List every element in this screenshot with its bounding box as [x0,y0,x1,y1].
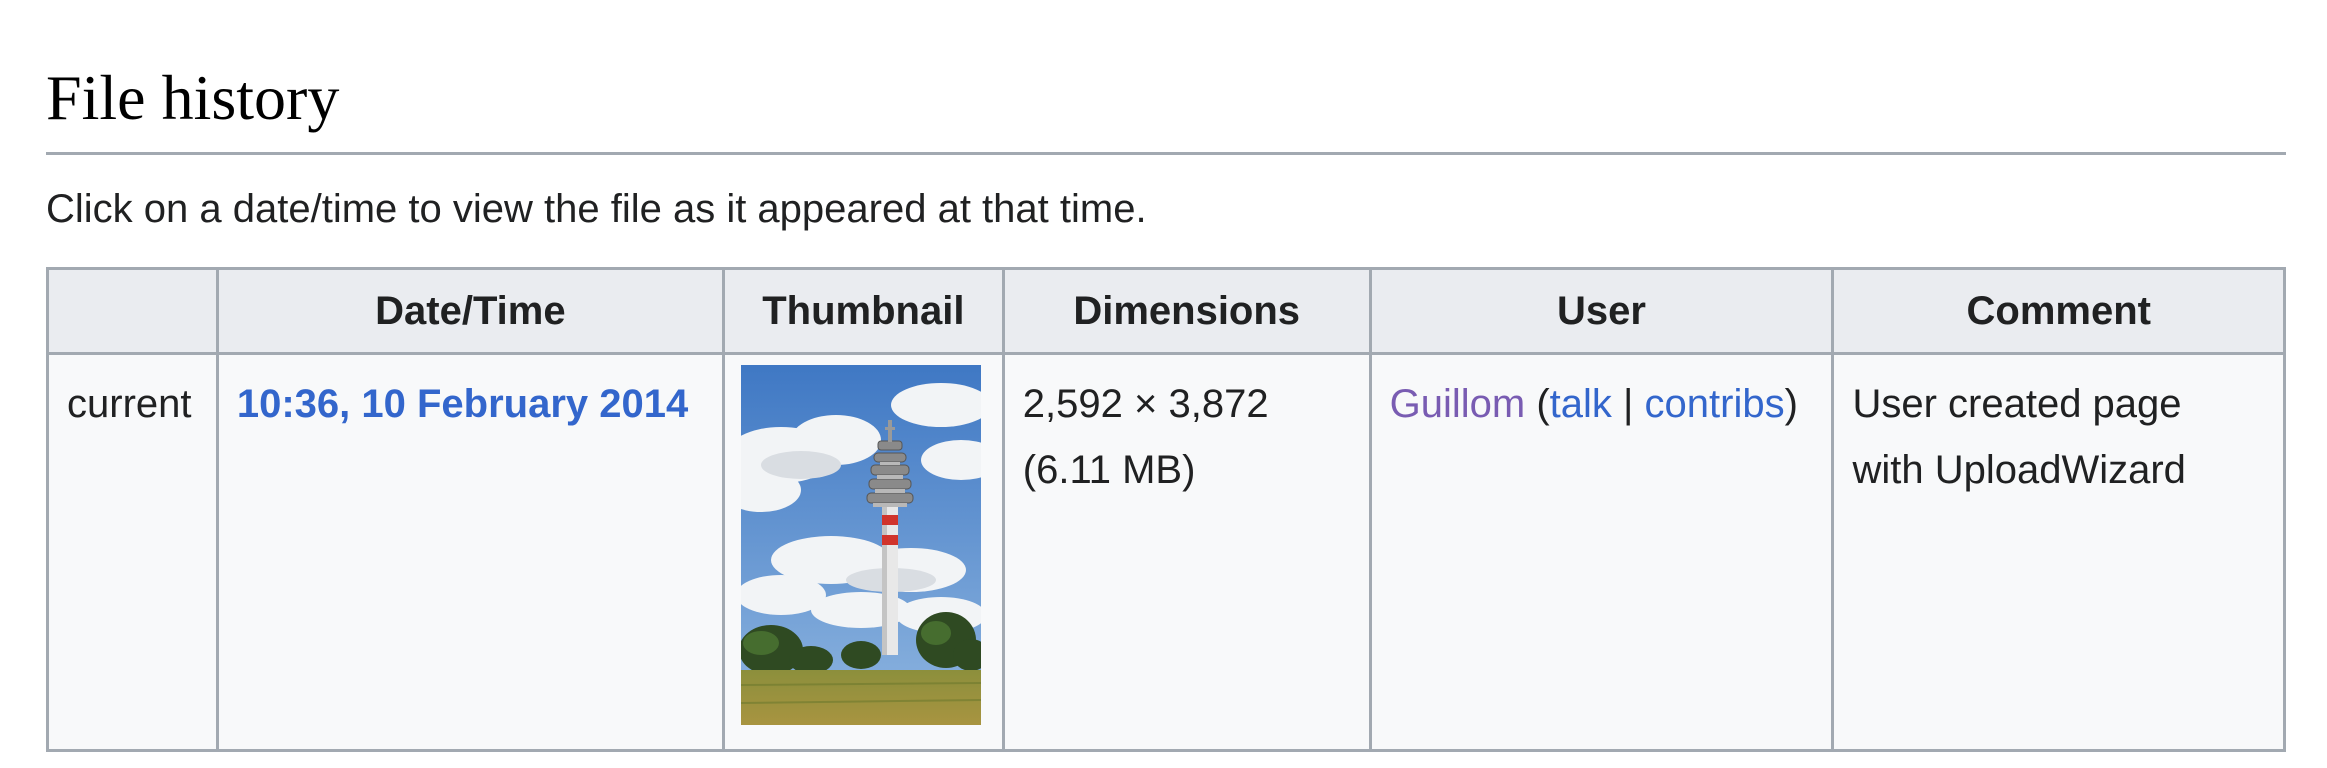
section-intro: Click on a date/time to view the file as… [46,187,1147,231]
file-history-section: File history Click on a date/time to vie… [46,0,2286,752]
column-header-comment: Comment [1831,267,2286,355]
dimensions-size: 2,592 × 3,872 [1022,382,1269,426]
user-open-paren: ( [1536,382,1550,426]
user-link[interactable]: Guillom [1390,382,1526,426]
table-row: current 10:36, 10 February 2014 2,592 × … [46,352,2286,752]
comment-line-1: User created page [1852,382,2182,426]
user-cell: Guillom (talk | contribs) [1368,352,1835,752]
column-header-datetime: Date/Time [215,267,725,355]
comment-cell: User created page with UploadWizard [1831,352,2286,752]
datetime-link[interactable]: 10:36, 10 February 2014 [237,382,688,426]
user-space [1525,382,1536,426]
table-header-row: Date/Time Thumbnail Dimensions User Comm… [46,267,2286,355]
dimensions-filesize: (6.11 MB) [1022,448,1196,492]
user-contribs-link[interactable]: contribs [1645,382,1785,426]
datetime-cell: 10:36, 10 February 2014 [215,352,725,752]
column-header-status [46,267,219,355]
user-link-separator: | [1611,382,1645,426]
thumbnail-cell [721,352,1005,752]
thumbnail-link[interactable] [740,365,986,725]
section-title: File history [46,66,2286,155]
column-header-user: User [1368,267,1835,355]
column-header-thumbnail: Thumbnail [721,267,1005,355]
tower-photo-thumbnail [740,365,981,725]
comment-line-2: with UploadWizard [1852,448,2186,492]
user-talk-link[interactable]: talk [1550,382,1612,426]
file-history-table: Date/Time Thumbnail Dimensions User Comm… [46,267,2286,752]
user-close-paren: ) [1784,382,1798,426]
column-header-dimensions: Dimensions [1001,267,1372,355]
dimensions-cell: 2,592 × 3,872 (6.11 MB) [1001,352,1372,752]
status-cell: current [46,352,219,752]
